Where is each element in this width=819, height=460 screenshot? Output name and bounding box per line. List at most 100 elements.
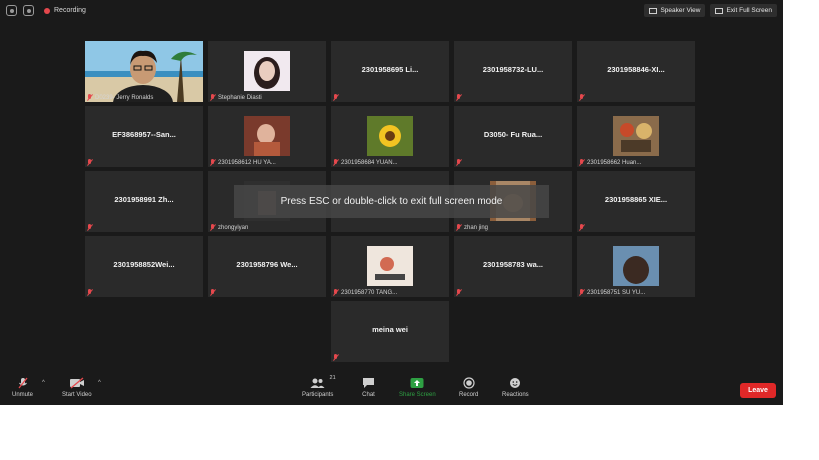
participant-avatar xyxy=(613,246,659,286)
participant-display-name: 2301958695 Li... xyxy=(361,65,419,74)
participant-tile[interactable]: D3050- Fu Rua... xyxy=(454,106,572,167)
participant-tile[interactable]: 2301958732-LU... xyxy=(454,41,572,102)
participants-count: 21 xyxy=(329,375,336,381)
participant-name-bar xyxy=(579,224,584,231)
recording-indicator[interactable]: Recording xyxy=(44,7,86,14)
participant-display-name: 2301958991 Zh... xyxy=(114,195,174,204)
participant-tile[interactable]: 2301958612 HU YA... xyxy=(208,106,326,167)
info-icon[interactable] xyxy=(6,5,17,16)
participant-tile[interactable]: 2301958770 TANG... xyxy=(331,236,449,297)
muted-mic-icon xyxy=(87,224,92,231)
participant-display-name: EF3868957--San... xyxy=(112,130,176,139)
participant-tile[interactable]: 2301958846-XI... xyxy=(577,41,695,102)
participant-name-bar: 2301958684 YUAN... xyxy=(333,159,398,166)
share-screen-icon xyxy=(410,377,424,389)
participant-name-label: 2301958662 Huan... xyxy=(587,159,642,166)
participant-avatar xyxy=(244,51,290,91)
leave-button[interactable]: Leave xyxy=(740,383,776,398)
participant-display-name: D3050- Fu Rua... xyxy=(483,130,543,139)
participant-display-name: 2301958852Wei... xyxy=(113,260,175,269)
participant-avatar xyxy=(367,116,413,156)
reactions-icon xyxy=(509,377,521,389)
speaker-view-button[interactable]: Speaker View xyxy=(644,4,706,17)
participant-tile[interactable]: 2301958662 Huan... xyxy=(577,106,695,167)
participant-tile[interactable]: Stephanie Diasti xyxy=(208,41,326,102)
muted-mic-icon xyxy=(17,377,29,389)
participant-name-bar: 2301958751 SU YU... xyxy=(579,289,645,296)
speaker-view-label: Speaker View xyxy=(660,7,701,14)
participants-label: Participants xyxy=(302,392,334,398)
audio-options-caret-icon[interactable]: ^ xyxy=(42,380,45,386)
video-options-caret-icon[interactable]: ^ xyxy=(98,380,101,386)
participant-name-bar xyxy=(87,224,92,231)
participant-name-bar: D0239- Jerry Ronalds xyxy=(87,94,153,101)
participant-tile[interactable]: EF3868957--San... xyxy=(85,106,203,167)
participant-display-name: meina wei xyxy=(372,325,408,334)
share-screen-button[interactable]: Share Screen xyxy=(399,377,436,398)
recording-dot-icon xyxy=(44,7,50,14)
participant-tile[interactable]: 2301958684 YUAN... xyxy=(331,106,449,167)
participant-display-name: 2301958783 wa... xyxy=(482,260,544,269)
participant-video xyxy=(85,41,203,102)
participant-name-bar: 2301958770 TANG... xyxy=(333,289,397,296)
participant-tile[interactable]: meina wei xyxy=(331,301,449,362)
speaker-view-icon xyxy=(649,7,658,14)
participant-name-bar xyxy=(87,289,92,296)
participant-name-bar: 2301958662 Huan... xyxy=(579,159,641,166)
active-speaker-tile[interactable]: D0239- Jerry Ronalds xyxy=(85,41,203,102)
participant-name-label: Stephanie Diasti xyxy=(218,94,262,101)
participant-tile[interactable]: 2301958991 Zh... xyxy=(85,171,203,232)
muted-mic-icon xyxy=(333,289,338,296)
meeting-toolbar: Unmute ^ Start Video ^ 21 Participants C… xyxy=(0,373,783,405)
participant-name-bar xyxy=(87,159,92,166)
muted-mic-icon xyxy=(87,289,92,296)
participant-name-bar: Stephanie Diasti xyxy=(210,94,262,101)
participant-tile[interactable]: 2301958695 Li... xyxy=(331,41,449,102)
participant-name-label: 2301958751 SU YU... xyxy=(587,289,646,296)
exit-full-screen-label: Exit Full Screen xyxy=(726,7,772,14)
participant-name-label: 2301958684 YUAN... xyxy=(341,159,398,166)
muted-mic-icon xyxy=(456,224,461,231)
top-right-controls: Speaker View Exit Full Screen xyxy=(644,4,777,17)
unmute-label: Unmute xyxy=(12,392,34,398)
muted-mic-icon xyxy=(456,159,461,166)
participant-name-label: zhongyiyan xyxy=(218,224,249,231)
muted-mic-icon xyxy=(210,159,215,166)
participant-name-bar: zhongyiyan xyxy=(210,224,248,231)
reactions-button[interactable]: Reactions xyxy=(502,377,529,398)
record-label: Record xyxy=(459,392,479,398)
participant-avatar xyxy=(613,116,659,156)
muted-mic-icon xyxy=(333,354,338,361)
participant-tile[interactable]: 2301958751 SU YU... xyxy=(577,236,695,297)
top-left-controls: Recording xyxy=(6,5,86,16)
muted-mic-icon xyxy=(210,289,215,296)
participant-tile[interactable]: 2301958865 XIE... xyxy=(577,171,695,232)
participant-name-bar xyxy=(456,289,461,296)
muted-mic-icon xyxy=(210,224,215,231)
muted-mic-icon xyxy=(210,94,215,101)
start-video-button[interactable]: Start Video xyxy=(62,377,92,398)
participant-name-bar: 2301958612 HU YA... xyxy=(210,159,276,166)
muted-mic-icon xyxy=(456,94,461,101)
participant-tile[interactable]: 2301958783 wa... xyxy=(454,236,572,297)
muted-mic-icon xyxy=(87,159,92,166)
unmute-button[interactable]: Unmute xyxy=(12,377,33,398)
participant-name-label: 2301958612 HU YA... xyxy=(218,159,276,166)
muted-mic-icon xyxy=(579,159,584,166)
participant-name-bar xyxy=(333,354,338,361)
participant-tile[interactable]: 2301958852Wei... xyxy=(85,236,203,297)
record-button[interactable]: Record xyxy=(459,377,478,398)
muted-mic-icon xyxy=(579,94,584,101)
participant-name-label: D0239- Jerry Ronalds xyxy=(95,94,154,101)
participant-avatar xyxy=(367,246,413,286)
reactions-label: Reactions xyxy=(502,392,529,398)
exit-full-screen-icon xyxy=(715,7,724,14)
participant-tile[interactable]: 2301958796 We... xyxy=(208,236,326,297)
shield-icon[interactable] xyxy=(23,5,34,16)
participants-button[interactable]: 21 Participants xyxy=(302,375,336,398)
chat-label: Chat xyxy=(362,392,375,398)
participants-icon: 21 xyxy=(310,375,336,389)
exit-full-screen-button[interactable]: Exit Full Screen xyxy=(710,4,777,17)
participant-display-name: 2301958846-XI... xyxy=(607,65,665,74)
chat-button[interactable]: Chat xyxy=(362,377,375,398)
